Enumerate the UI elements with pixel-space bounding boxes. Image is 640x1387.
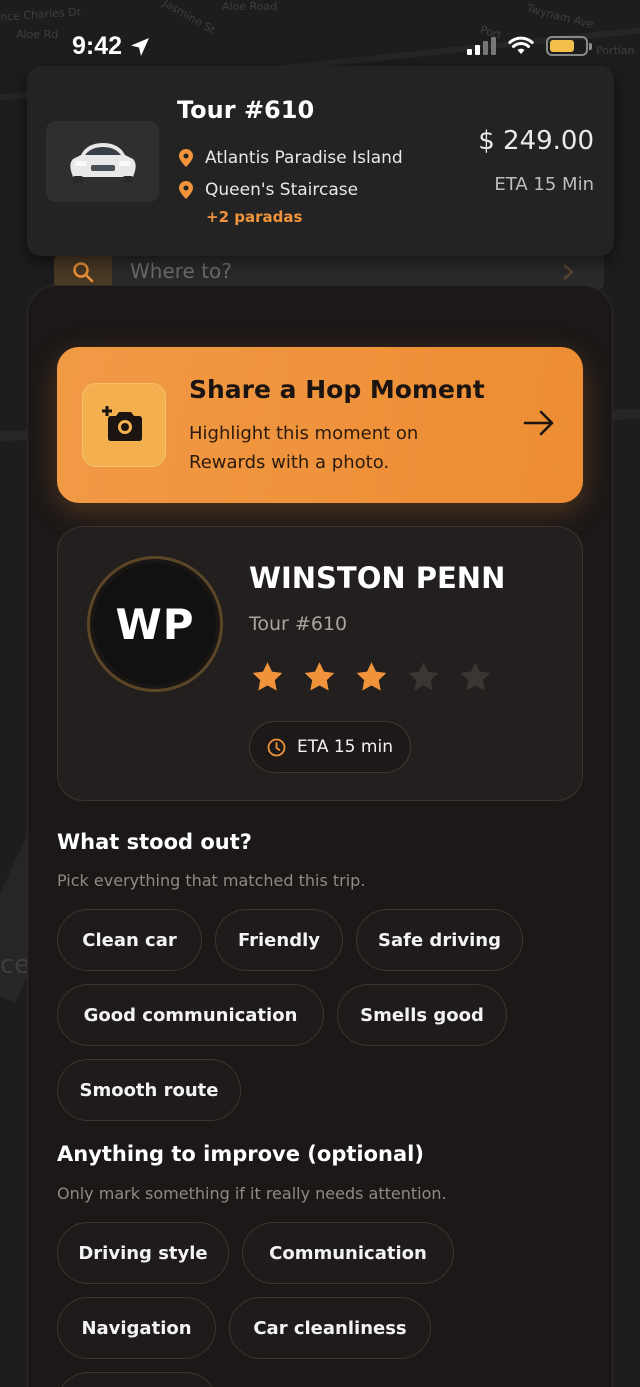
- chip-navigation[interactable]: Navigation: [57, 1297, 216, 1359]
- improve-title: Anything to improve (optional): [57, 1142, 424, 1166]
- tour-eta: ETA 15 Min: [494, 174, 594, 195]
- star-filled-icon[interactable]: [354, 660, 389, 695]
- star-empty-icon[interactable]: [406, 660, 441, 695]
- eta-pill: ETA 15 min: [249, 721, 411, 773]
- location-arrow-icon: [131, 37, 150, 56]
- driver-tour: Tour #610: [249, 613, 348, 635]
- tour-price: $ 249.00: [478, 126, 594, 156]
- more-stops-link[interactable]: +2 paradas: [206, 208, 302, 226]
- improve-subtitle: Only mark something if it really needs a…: [57, 1184, 447, 1203]
- star-filled-icon[interactable]: [250, 660, 285, 695]
- map-pin-icon: [179, 181, 193, 199]
- search-icon: [54, 255, 112, 289]
- status-time: 9:42: [72, 32, 123, 60]
- avatar: WP: [87, 556, 223, 692]
- eta-label: ETA 15 min: [297, 737, 393, 757]
- search-bar[interactable]: Where to?: [54, 255, 604, 289]
- search-placeholder: Where to?: [130, 259, 232, 283]
- battery-icon: [546, 36, 592, 56]
- star-rating[interactable]: [250, 660, 493, 695]
- driver-card: WP WINSTON PENN Tour #610 ETA 15 min: [57, 526, 583, 801]
- stop-item: Atlantis Paradise Island: [179, 142, 403, 174]
- chip-safe-driving[interactable]: Safe driving: [356, 909, 523, 971]
- map-pin-icon: [179, 149, 193, 167]
- stop-item: Queen's Staircase: [179, 174, 403, 206]
- chip-friendly[interactable]: Friendly: [215, 909, 343, 971]
- chip-clean-car[interactable]: Clean car: [57, 909, 202, 971]
- clock-icon: [267, 738, 286, 756]
- tour-stops: Atlantis Paradise Island Queen's Stairca…: [179, 142, 403, 206]
- map-label: ce: [0, 950, 31, 980]
- chip-smells-good[interactable]: Smells good: [337, 984, 507, 1046]
- stood-out-title: What stood out?: [57, 830, 252, 854]
- wifi-icon: [508, 36, 534, 54]
- chip-communication[interactable]: Communication: [242, 1222, 454, 1284]
- tour-title: Tour #610: [177, 96, 315, 124]
- stood-out-subtitle: Pick everything that matched this trip.: [57, 871, 366, 890]
- stop-label: Queen's Staircase: [205, 180, 359, 200]
- car-image: [46, 121, 159, 202]
- stop-label: Atlantis Paradise Island: [205, 148, 403, 168]
- chip-smooth-route[interactable]: Smooth route: [57, 1059, 241, 1121]
- add-photo-icon: [82, 383, 166, 467]
- avatar-initials: WP: [115, 599, 195, 649]
- share-moment-button[interactable]: Share a Hop Moment Highlight this moment…: [57, 347, 583, 503]
- chip-good-communication[interactable]: Good communication: [57, 984, 324, 1046]
- chevron-right-icon: [563, 264, 574, 280]
- chip-driving-style[interactable]: Driving style: [57, 1222, 229, 1284]
- arrow-right-icon: [523, 410, 554, 436]
- cellular-signal-icon: [467, 37, 496, 55]
- chip-more[interactable]: [57, 1372, 217, 1387]
- driver-name: WINSTON PENN: [249, 561, 506, 595]
- share-subtitle: Highlight this moment on Rewards with a …: [189, 423, 419, 473]
- share-title: Share a Hop Moment: [189, 375, 485, 404]
- tour-card[interactable]: Tour #610 Atlantis Paradise Island Queen…: [27, 66, 614, 256]
- star-empty-icon[interactable]: [458, 660, 493, 695]
- star-filled-icon[interactable]: [302, 660, 337, 695]
- chip-car-cleanliness[interactable]: Car cleanliness: [229, 1297, 431, 1359]
